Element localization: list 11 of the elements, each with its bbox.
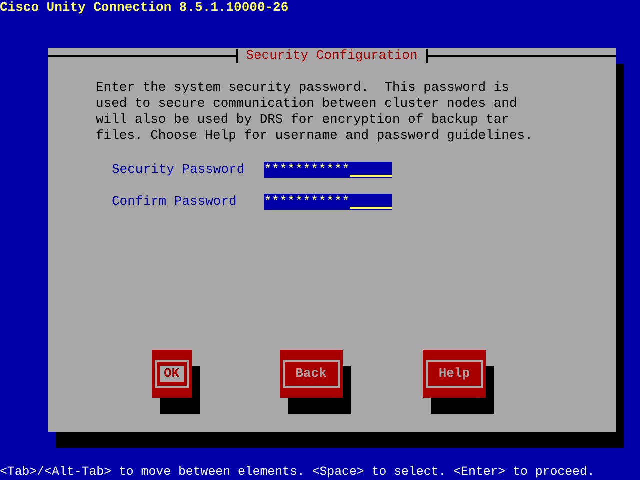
- field-label: Confirm Password: [112, 194, 238, 210]
- dialog-button[interactable]: Back: [280, 350, 343, 398]
- field-label: Security Password: [112, 162, 246, 178]
- dialog-button[interactable]: Help: [422, 350, 486, 398]
- window-title: Cisco Unity Connection 8.5.1.10000-26: [0, 0, 290, 16]
- dialog-title: Security Configuration: [245, 48, 419, 64]
- password-field[interactable]: ***********: [264, 162, 392, 178]
- status-hint-text: <Tab>/<Alt-Tab> to move between elements. <Space> to select. <Enter> to proceed.: [0, 464, 596, 480]
- dialog-button[interactable]: OK: [152, 350, 192, 398]
- instruction-text: Enter the system security password. This password is used to secure communication between cluster nodes and will also be used by DRS for encryption of backup tar files. Choose Help for username and password guidelines.: [96, 80, 534, 144]
- password-field[interactable]: ***********: [264, 194, 392, 210]
